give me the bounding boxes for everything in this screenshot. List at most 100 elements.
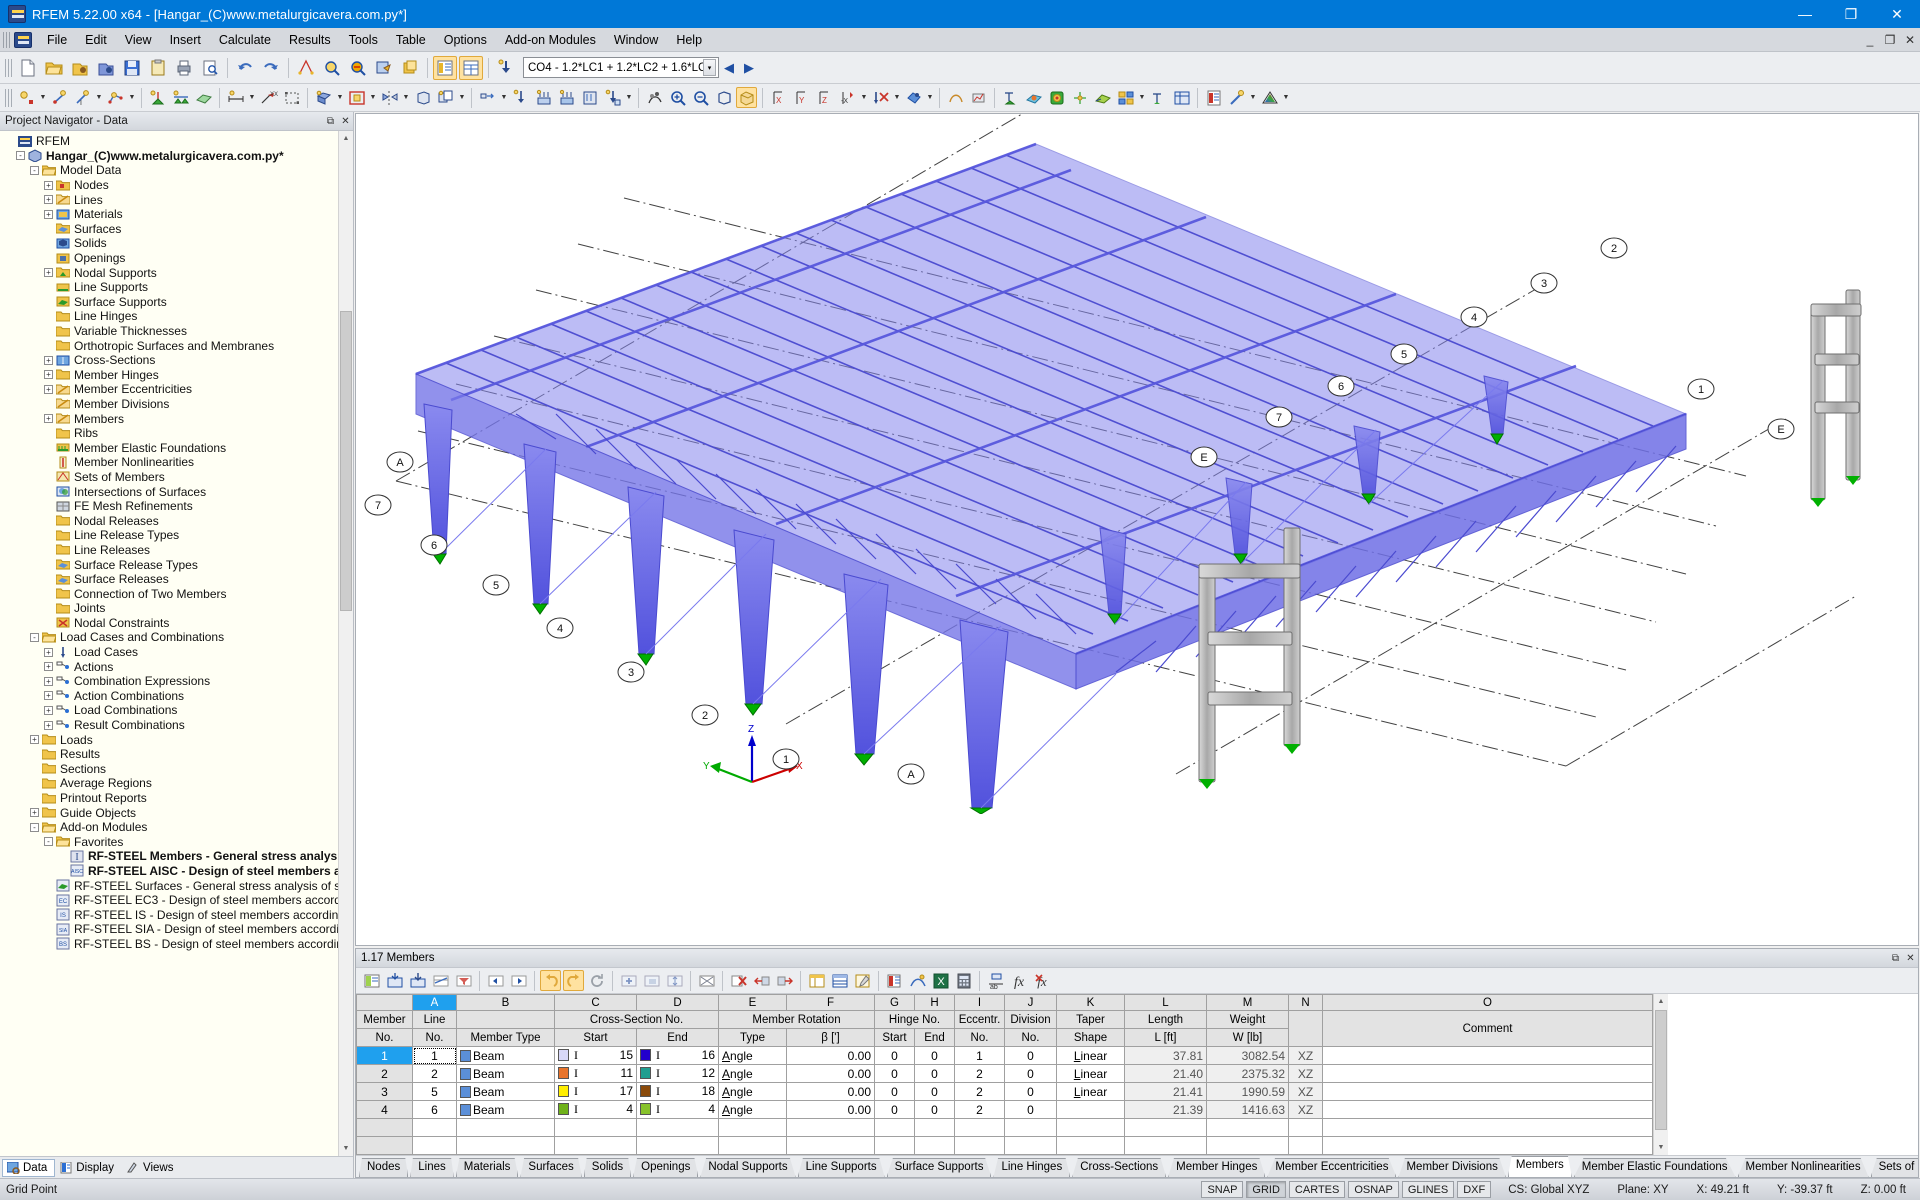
redo-icon[interactable]	[259, 56, 283, 80]
undo-icon[interactable]	[233, 56, 257, 80]
cell-member-type[interactable]: Beam	[457, 1047, 555, 1065]
tree-expander[interactable]: +	[30, 735, 39, 744]
tree-item-intersections-of-surfaces[interactable]: Intersections of Surfaces	[2, 484, 353, 499]
menu-window[interactable]: Window	[605, 30, 667, 50]
cell-cs-end[interactable]: I4	[637, 1101, 719, 1119]
print-icon[interactable]	[172, 56, 196, 80]
sheet-tab-member-hinges[interactable]: Member Hinges	[1168, 1158, 1265, 1177]
table-column-layout-icon[interactable]	[806, 970, 827, 991]
cell-empty[interactable]	[1207, 1119, 1289, 1137]
navigator-close-icon[interactable]: ✕	[338, 114, 353, 129]
status-toggle-cartes[interactable]: CARTES	[1289, 1181, 1345, 1198]
cell-empty[interactable]	[457, 1119, 555, 1137]
render-mode-icon[interactable]	[398, 56, 422, 80]
mirror-icon[interactable]	[379, 87, 400, 108]
table-row[interactable]: 22BeamI11I12Angle0.000020Linear21.402375…	[357, 1065, 1653, 1083]
view-direction-dropdown-icon[interactable]: ▼	[859, 87, 869, 109]
tree-expander[interactable]: +	[30, 808, 39, 817]
navigator-pin-icon[interactable]: ⧉	[323, 114, 338, 129]
sections-icon[interactable]	[1148, 87, 1169, 108]
cell-empty[interactable]	[1005, 1137, 1057, 1155]
table-graph-icon[interactable]	[907, 970, 928, 991]
tree-expander[interactable]: +	[44, 210, 53, 219]
cell-hinge-end[interactable]: 0	[915, 1065, 955, 1083]
table-edit-icon[interactable]	[361, 970, 382, 991]
cell-empty[interactable]	[787, 1119, 875, 1137]
model-canvas[interactable]: Z X Y	[356, 114, 1919, 814]
mirror-dropdown-icon[interactable]: ▼	[401, 87, 411, 109]
cell-taper[interactable]: Linear	[1057, 1065, 1125, 1083]
cell-hinge-start[interactable]: 0	[875, 1083, 915, 1101]
table-prev-table-icon[interactable]	[485, 970, 506, 991]
table-insert-row-icon[interactable]	[618, 970, 639, 991]
cell-member-no[interactable]: 4	[357, 1101, 413, 1119]
new-file-icon[interactable]	[16, 56, 40, 80]
cell-empty[interactable]	[1289, 1137, 1323, 1155]
column-header-a[interactable]: A	[413, 995, 457, 1011]
navigator-scroll-thumb[interactable]	[340, 311, 352, 611]
tree-item-materials[interactable]: +Materials	[2, 207, 353, 222]
member-load-icon[interactable]	[533, 87, 554, 108]
mesh-results-icon[interactable]	[1069, 87, 1090, 108]
load-case-select-icon[interactable]	[494, 56, 518, 80]
menu-help[interactable]: Help	[667, 30, 711, 50]
navigator-tree[interactable]: RFEM - Hangar_(C)www.metalurgicavera.com…	[0, 131, 353, 1156]
tree-expander[interactable]: +	[44, 706, 53, 715]
new-solid-icon[interactable]	[313, 87, 334, 108]
move-object-dropdown-icon[interactable]: ▼	[499, 87, 509, 109]
view-in-x-icon[interactable]: X	[768, 87, 789, 108]
navigator-tab-data[interactable]: Data	[2, 1159, 55, 1177]
zoom-window-icon[interactable]	[320, 56, 344, 80]
table-export-icon[interactable]	[407, 970, 428, 991]
cell-division[interactable]: 0	[1005, 1065, 1057, 1083]
status-toggle-osnap[interactable]: OSNAP	[1348, 1181, 1399, 1198]
tree-expander[interactable]: +	[44, 181, 53, 190]
cell-comment[interactable]	[1323, 1047, 1653, 1065]
color-scale-icon[interactable]	[1259, 87, 1280, 108]
tree-item-results[interactable]: Results	[2, 747, 353, 762]
sheet-tab-solids[interactable]: Solids	[584, 1158, 631, 1177]
cell-rotation-beta[interactable]: 0.00	[787, 1101, 875, 1119]
table-move-row-icon[interactable]	[664, 970, 685, 991]
nodal-load-icon[interactable]	[510, 87, 531, 108]
menu-file[interactable]: File	[38, 30, 76, 50]
new-surface-icon[interactable]	[193, 87, 214, 108]
cell-plane[interactable]: XZ	[1289, 1065, 1323, 1083]
table-scroll-thumb[interactable]	[1655, 1010, 1667, 1130]
load-case-combo[interactable]: CO4 - 1.2*LC1 + 1.2*LC2 + 1.6*LC3 + 0. ▾	[523, 57, 719, 78]
table-redo-icon[interactable]	[563, 970, 584, 991]
sheet-tab-materials[interactable]: Materials	[456, 1158, 519, 1177]
project-expander[interactable]: -	[16, 151, 25, 160]
tree-item-connection-of-two-members[interactable]: Connection of Two Members	[2, 586, 353, 601]
navigator-tab-views[interactable]: Views	[122, 1159, 181, 1177]
generate-load-dropdown-icon[interactable]: ▼	[624, 87, 634, 109]
deformation-icon[interactable]	[945, 87, 966, 108]
cell-cs-end[interactable]: I16	[637, 1047, 719, 1065]
tree-expander[interactable]: +	[44, 356, 53, 365]
tree-item-actions[interactable]: +Actions	[2, 659, 353, 674]
cell-hinge-end[interactable]: 0	[915, 1083, 955, 1101]
cell-empty[interactable]	[555, 1137, 637, 1155]
cell-empty[interactable]	[1057, 1137, 1125, 1155]
cell-hinge-start[interactable]: 0	[875, 1101, 915, 1119]
tree-expander[interactable]: +	[44, 662, 53, 671]
cell-empty[interactable]	[1125, 1137, 1207, 1155]
wizard-icon[interactable]	[1226, 87, 1247, 108]
tree-expander[interactable]: +	[44, 691, 53, 700]
free-load-icon[interactable]	[579, 87, 600, 108]
tree-item-sets-of-members[interactable]: Sets of Members	[2, 470, 353, 485]
cell-empty[interactable]	[719, 1119, 787, 1137]
table-empty-row[interactable]	[357, 1137, 1653, 1155]
tree-project-node[interactable]: - Hangar_(C)www.metalurgicavera.com.py*	[2, 149, 353, 164]
cell-empty[interactable]	[915, 1119, 955, 1137]
tree-item-sections[interactable]: Sections	[2, 762, 353, 777]
cell-rotation-beta[interactable]: 0.00	[787, 1065, 875, 1083]
view-in-y-icon[interactable]: Y	[791, 87, 812, 108]
sheet-tab-cross-sections[interactable]: Cross-Sections	[1072, 1158, 1166, 1177]
column-header-k[interactable]: K	[1057, 995, 1125, 1011]
table-filter-icon[interactable]	[453, 970, 474, 991]
cell-member-no[interactable]: 1	[357, 1047, 413, 1065]
tree-item-surfaces[interactable]: Surfaces	[2, 222, 353, 237]
table-calculator-icon[interactable]	[953, 970, 974, 991]
wizard-dropdown-icon[interactable]: ▼	[1248, 87, 1258, 109]
